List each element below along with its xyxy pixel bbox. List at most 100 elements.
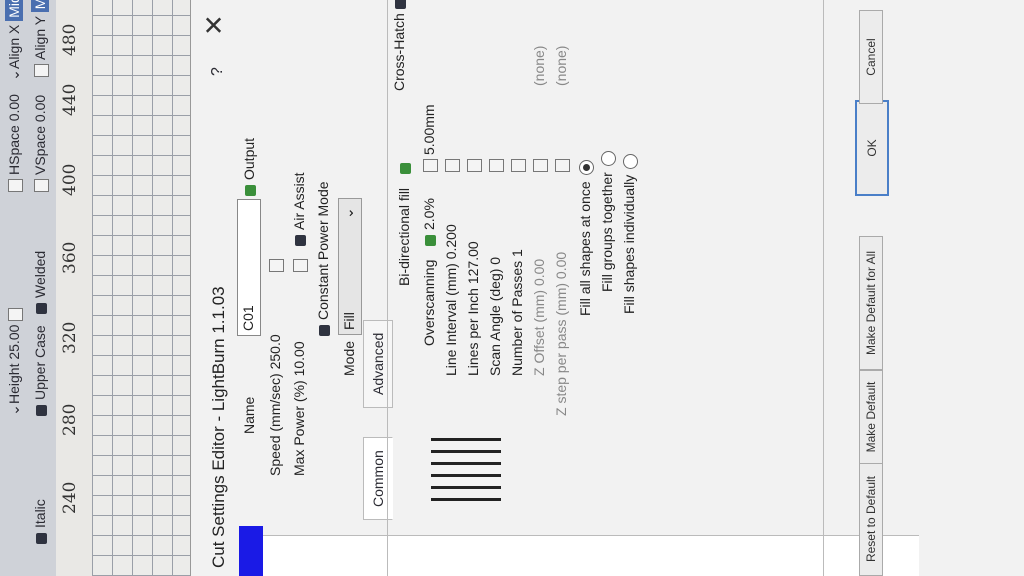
bidirectional-label: Bi-directional fill xyxy=(396,187,412,286)
speed-spinner[interactable] xyxy=(267,255,284,276)
align-y-select[interactable]: Middle xyxy=(31,0,49,13)
height-spinner[interactable] xyxy=(7,307,23,321)
z-offset-spinner-icon[interactable] xyxy=(532,159,548,172)
ruler-tick: 280 xyxy=(60,403,80,436)
passes-spinner-icon[interactable] xyxy=(510,159,526,172)
z-step-spinner-icon[interactable] xyxy=(554,159,570,172)
fill-line xyxy=(431,438,501,441)
overscan-mm: 5.00mm xyxy=(421,104,437,155)
line-interval-spinner[interactable] xyxy=(443,155,460,176)
overscan-percent: 2.0% xyxy=(421,198,437,230)
help-button[interactable]: ? xyxy=(209,67,227,76)
align-y-label: Align Y xyxy=(32,16,48,60)
fill-individual-radio-icon[interactable] xyxy=(622,153,638,169)
bidirectional-checkbox-icon[interactable] xyxy=(399,163,411,174)
constant-power-label: Constant Power Mode xyxy=(315,181,331,320)
air-assist-label: Air Assist xyxy=(291,172,307,230)
upper-case-toggle[interactable]: Upper Case xyxy=(32,325,48,416)
hspace-label: HSpace 0.00 xyxy=(6,94,22,175)
ruler-tick: 240 xyxy=(60,481,80,514)
scan-angle-spinner-icon[interactable] xyxy=(488,159,504,172)
fill-groups-radio-icon[interactable] xyxy=(600,151,616,167)
z-step-spinner[interactable] xyxy=(553,155,570,176)
welded-toggle[interactable]: Welded xyxy=(32,251,48,314)
overscan-spinner-icon[interactable] xyxy=(422,159,438,172)
lines-per-inch-spinner-icon[interactable] xyxy=(466,159,482,172)
mode-value: Fill xyxy=(341,312,357,330)
horizontal-ruler: 240 280 320 360 400 440 480 xyxy=(56,0,93,576)
cross-hatch-label: Cross-Hatch xyxy=(391,13,407,91)
workspace-grid[interactable] xyxy=(92,0,192,576)
italic-toggle[interactable]: Italic xyxy=(32,499,48,544)
make-default-button[interactable]: Make Default xyxy=(859,370,883,464)
align-x-label: Align X xyxy=(6,24,22,69)
layer-color-swatch[interactable] xyxy=(239,526,263,576)
cancel-button[interactable]: Cancel xyxy=(859,10,883,104)
upper-case-checkbox-icon[interactable] xyxy=(35,405,47,416)
italic-checkbox-icon[interactable] xyxy=(35,533,47,544)
overscanning-checkbox-icon[interactable] xyxy=(424,235,436,246)
make-default-for-all-button[interactable]: Make Default for All xyxy=(859,236,883,370)
mode-label: Mode xyxy=(341,340,357,376)
hspace-spinner[interactable] xyxy=(7,179,23,192)
scan-angle-spinner[interactable] xyxy=(487,155,504,176)
fill-groups-option[interactable]: Fill groups together xyxy=(599,151,616,292)
number-of-passes-label: Number of Passes 1 xyxy=(509,249,525,376)
line-interval-spinner-icon[interactable] xyxy=(444,159,460,172)
lines-per-inch-spinner[interactable] xyxy=(465,155,482,176)
close-button[interactable]: ✕ xyxy=(199,14,230,36)
italic-label: Italic xyxy=(32,499,48,528)
overscan-distance[interactable]: 5.00mm xyxy=(421,104,438,176)
align-x-field[interactable]: ⌄Align X Middle xyxy=(5,0,23,81)
ruler-tick: 400 xyxy=(60,163,80,196)
cross-hatch-checkbox-icon[interactable] xyxy=(394,0,406,10)
cut-settings-dialog: Cut Settings Editor - LightBurn 1.1.03 ?… xyxy=(190,0,1024,576)
fill-line xyxy=(431,486,501,489)
welded-checkbox-icon[interactable] xyxy=(35,303,47,314)
fill-all-radio-icon[interactable] xyxy=(578,160,594,176)
rotated-view: Italic Upper Case Welded ⌄Height 25.00 H… xyxy=(0,0,1024,576)
align-y-field[interactable]: Align Y Middle xyxy=(31,0,49,81)
hspace-field[interactable]: HSpace 0.00 xyxy=(6,94,23,196)
z-offset-spinner[interactable] xyxy=(531,155,548,176)
fill-all-label: Fill all shapes at once xyxy=(577,181,593,316)
air-assist-checkbox-icon[interactable] xyxy=(294,235,306,246)
chevron-down-icon[interactable]: ⌄ xyxy=(6,404,23,416)
height-field[interactable]: ⌄Height 25.00 xyxy=(6,304,23,416)
output-toggle[interactable]: Output xyxy=(241,138,257,196)
output-checkbox-icon[interactable] xyxy=(244,185,256,196)
vspace-spinner[interactable] xyxy=(33,179,49,192)
reset-to-default-button[interactable]: Reset to Default xyxy=(859,462,883,576)
fill-preview xyxy=(431,421,501,501)
overscanning-toggle[interactable]: 2.0% xyxy=(421,198,437,246)
constant-power-toggle[interactable]: Constant Power Mode xyxy=(315,181,331,336)
align-y-spinner[interactable] xyxy=(33,64,49,77)
passes-spinner[interactable] xyxy=(509,155,526,176)
constant-power-checkbox-icon[interactable] xyxy=(318,325,330,336)
mode-select[interactable]: Fill ⌄ xyxy=(338,198,362,335)
upper-case-label: Upper Case xyxy=(32,325,48,400)
max-power-spinner-icon[interactable] xyxy=(292,259,308,272)
ruler-tick: 480 xyxy=(60,23,80,56)
align-x-select[interactable]: Middle xyxy=(5,0,23,21)
ruler-tick: 440 xyxy=(60,83,80,116)
fill-all-option[interactable]: Fill all shapes at once xyxy=(577,160,594,316)
max-power-spinner[interactable] xyxy=(291,255,308,276)
ok-button[interactable]: OK xyxy=(855,100,889,196)
bidirectional-toggle[interactable] xyxy=(396,158,412,174)
name-input[interactable]: C01 xyxy=(237,199,261,336)
z-offset-none: (none) xyxy=(531,45,547,86)
speed-spinner-icon[interactable] xyxy=(268,259,284,272)
ruler-tick: 320 xyxy=(60,321,80,354)
chevron-down-icon[interactable]: ⌄ xyxy=(6,69,23,81)
fill-individual-option[interactable]: Fill shapes individually xyxy=(621,153,638,314)
cross-hatch-toggle[interactable]: Cross-Hatch xyxy=(391,0,407,91)
height-label: Height 25.00 xyxy=(6,324,22,404)
chevron-down-icon[interactable]: ⌄ xyxy=(340,207,357,219)
vspace-field[interactable]: VSpace 0.00 xyxy=(32,95,49,196)
text-toolbar: Italic Upper Case Welded ⌄Height 25.00 H… xyxy=(0,0,57,576)
air-assist-toggle[interactable]: Air Assist xyxy=(291,172,307,246)
z-step-none: (none) xyxy=(553,45,569,86)
fill-line xyxy=(431,450,501,453)
overscanning-label: Overscanning xyxy=(421,259,437,346)
